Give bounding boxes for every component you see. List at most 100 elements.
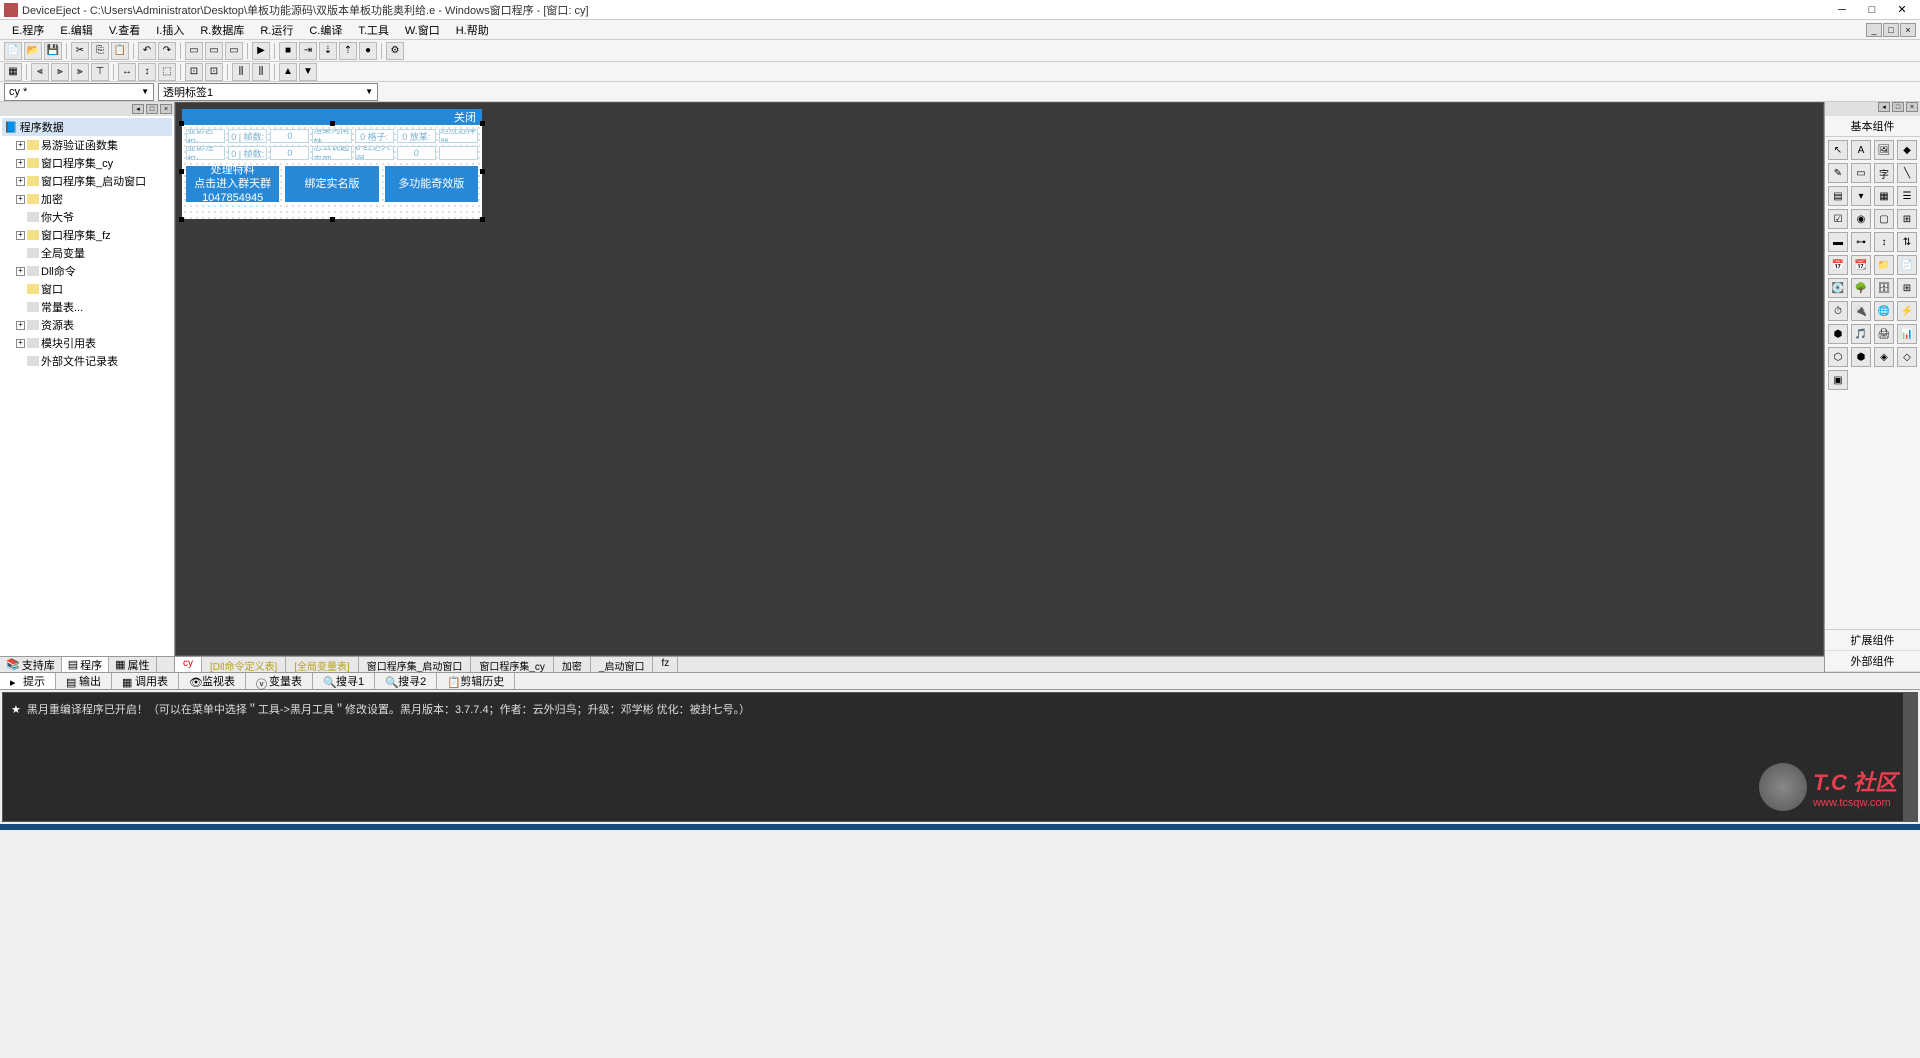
open-icon[interactable]: 📂: [24, 42, 42, 60]
form-button-3[interactable]: 多功能奇效版: [385, 166, 478, 202]
same-width-icon[interactable]: ↔: [118, 63, 136, 81]
align-center-icon[interactable]: ⫸: [51, 63, 69, 81]
paste-icon[interactable]: 📋: [111, 42, 129, 60]
label-icon[interactable]: A: [1851, 140, 1871, 160]
selection-handle[interactable]: [480, 121, 485, 126]
net-icon[interactable]: 🌐: [1874, 301, 1894, 321]
window2-icon[interactable]: ▭: [205, 42, 223, 60]
text-icon[interactable]: 字: [1874, 163, 1894, 183]
check-icon[interactable]: ☑: [1828, 209, 1848, 229]
tree-item[interactable]: 窗口: [2, 280, 172, 298]
form-label[interactable]: 0 格子:: [355, 129, 394, 143]
tree-toggle-icon[interactable]: +: [16, 159, 25, 168]
minimize-button[interactable]: ─: [1828, 1, 1856, 19]
tab-output[interactable]: ▤输出: [56, 673, 112, 689]
form-label[interactable]: 0 放某:: [397, 129, 436, 143]
db-icon[interactable]: 🗄: [1874, 278, 1894, 298]
align-left-icon[interactable]: ⫷: [31, 63, 49, 81]
space-v-icon[interactable]: ⫼: [252, 63, 270, 81]
menu-window[interactable]: W.窗口: [397, 20, 448, 40]
selection-handle[interactable]: [330, 121, 335, 126]
tree-item[interactable]: +加密: [2, 190, 172, 208]
list-icon[interactable]: ▤: [1828, 186, 1848, 206]
tree-item[interactable]: +易游验证函数集: [2, 136, 172, 154]
copy-icon[interactable]: ⎘: [91, 42, 109, 60]
menu-view[interactable]: V.查看: [101, 20, 148, 40]
menu-insert[interactable]: I.插入: [148, 20, 192, 40]
menu-compile[interactable]: C.编译: [301, 20, 350, 40]
stepout-icon[interactable]: ⇡: [339, 42, 357, 60]
table-icon[interactable]: ⊞: [1897, 278, 1917, 298]
back-icon[interactable]: ▼: [299, 63, 317, 81]
menu-run[interactable]: R.运行: [252, 20, 301, 40]
redo-icon[interactable]: ↷: [158, 42, 176, 60]
frame-icon[interactable]: ▢: [1874, 209, 1894, 229]
button-icon[interactable]: ▭: [1851, 163, 1871, 183]
tree-toggle-icon[interactable]: +: [16, 141, 25, 150]
output-console[interactable]: ★ 黑月重编译程序已开启！（可以在菜单中选择＂工具->黑月工具＂修改设置。黑月版…: [2, 692, 1918, 822]
folder-icon[interactable]: 📁: [1874, 255, 1894, 275]
window-selector[interactable]: cy * ▼: [4, 83, 154, 101]
selection-handle[interactable]: [179, 169, 184, 174]
form-label[interactable]: 显影区权:: [186, 129, 225, 143]
form-designer-canvas[interactable]: 关闭 显影区权: 0 | 帧数: 0 渲染河南韩 0 格子: 0 放某: 适应选…: [175, 102, 1824, 656]
spin-icon[interactable]: ⇅: [1897, 232, 1917, 252]
ole-icon[interactable]: ⬢: [1828, 324, 1848, 344]
print-icon[interactable]: 🖨: [1874, 324, 1894, 344]
same-size-icon[interactable]: ⬚: [158, 63, 176, 81]
menu-database[interactable]: R.数据库: [192, 20, 252, 40]
file-icon[interactable]: 📄: [1897, 255, 1917, 275]
tab-external[interactable]: 外部组件: [1825, 651, 1920, 672]
pointer-icon[interactable]: ↖: [1828, 140, 1848, 160]
editor-tab-globals[interactable]: [全局变量表]: [286, 657, 359, 672]
chart-icon[interactable]: 📊: [1897, 324, 1917, 344]
new-icon[interactable]: 📄: [4, 42, 22, 60]
tree-toggle-icon[interactable]: +: [16, 231, 25, 240]
tree-item[interactable]: +窗口程序集_fz: [2, 226, 172, 244]
front-icon[interactable]: ▲: [279, 63, 297, 81]
tree-item[interactable]: 常量表...: [2, 298, 172, 316]
tree-toggle-icon[interactable]: +: [16, 195, 25, 204]
selection-handle[interactable]: [480, 169, 485, 174]
form-label[interactable]: 怎么说起来吧: [312, 146, 351, 160]
misc3-icon[interactable]: ◈: [1874, 347, 1894, 367]
media-icon[interactable]: 🎵: [1851, 324, 1871, 344]
center-h-icon[interactable]: ⊡: [185, 63, 203, 81]
selection-handle[interactable]: [330, 217, 335, 222]
control-selector[interactable]: 透明标签1 ▼: [158, 83, 378, 101]
form-body[interactable]: 显影区权: 0 | 帧数: 0 渲染河南韩 0 格子: 0 放某: 适应选择器 …: [182, 125, 482, 219]
tree-root[interactable]: 📘 程序数据: [2, 118, 172, 136]
space-h-icon[interactable]: ⫼: [232, 63, 250, 81]
editor-tab-wincy[interactable]: 窗口程序集_cy: [471, 657, 554, 672]
close-button[interactable]: ✕: [1888, 1, 1916, 19]
project-tree[interactable]: 📘 程序数据 +易游验证函数集+窗口程序集_cy+窗口程序集_启动窗口+加密你大…: [0, 116, 174, 656]
editor-tab-startup[interactable]: 窗口程序集_启动窗口: [359, 657, 472, 672]
tree-item[interactable]: +窗口程序集_启动窗口: [2, 172, 172, 190]
grid-icon[interactable]: ▦: [4, 63, 22, 81]
tree-item[interactable]: +资源表: [2, 316, 172, 334]
mdi-minimize[interactable]: _: [1866, 23, 1882, 37]
tab-hints[interactable]: ▸提示: [0, 673, 56, 689]
tab-support-lib[interactable]: 📚支持库: [0, 657, 62, 672]
scrollbar[interactable]: [1903, 693, 1917, 821]
mdi-restore[interactable]: □: [1883, 23, 1899, 37]
tab-watch[interactable]: 👁监视表: [179, 673, 246, 689]
form-label[interactable]: 0 | 帧数:: [228, 146, 267, 160]
grid-icon[interactable]: ▦: [1874, 186, 1894, 206]
undo-icon[interactable]: ↶: [138, 42, 156, 60]
stepin-icon[interactable]: ⇣: [319, 42, 337, 60]
tree-toggle-icon[interactable]: +: [16, 267, 25, 276]
form-label[interactable]: 0: [270, 146, 309, 160]
tab-search2[interactable]: 🔍搜寻2: [375, 673, 437, 689]
tab-search1[interactable]: 🔍搜寻1: [313, 673, 375, 689]
stepover-icon[interactable]: ⇥: [299, 42, 317, 60]
edit-icon[interactable]: ✎: [1828, 163, 1848, 183]
panel-pin-icon[interactable]: ◂: [1878, 102, 1890, 112]
form-label[interactable]: 渲染河南韩: [312, 129, 351, 143]
menu-program[interactable]: E.程序: [4, 20, 52, 40]
tab-icon[interactable]: ⊞: [1897, 209, 1917, 229]
tab-vars[interactable]: ⓥ变量表: [246, 673, 313, 689]
same-height-icon[interactable]: ↕: [138, 63, 156, 81]
menu-edit[interactable]: E.编辑: [52, 20, 100, 40]
image-icon[interactable]: 🖼: [1874, 140, 1894, 160]
